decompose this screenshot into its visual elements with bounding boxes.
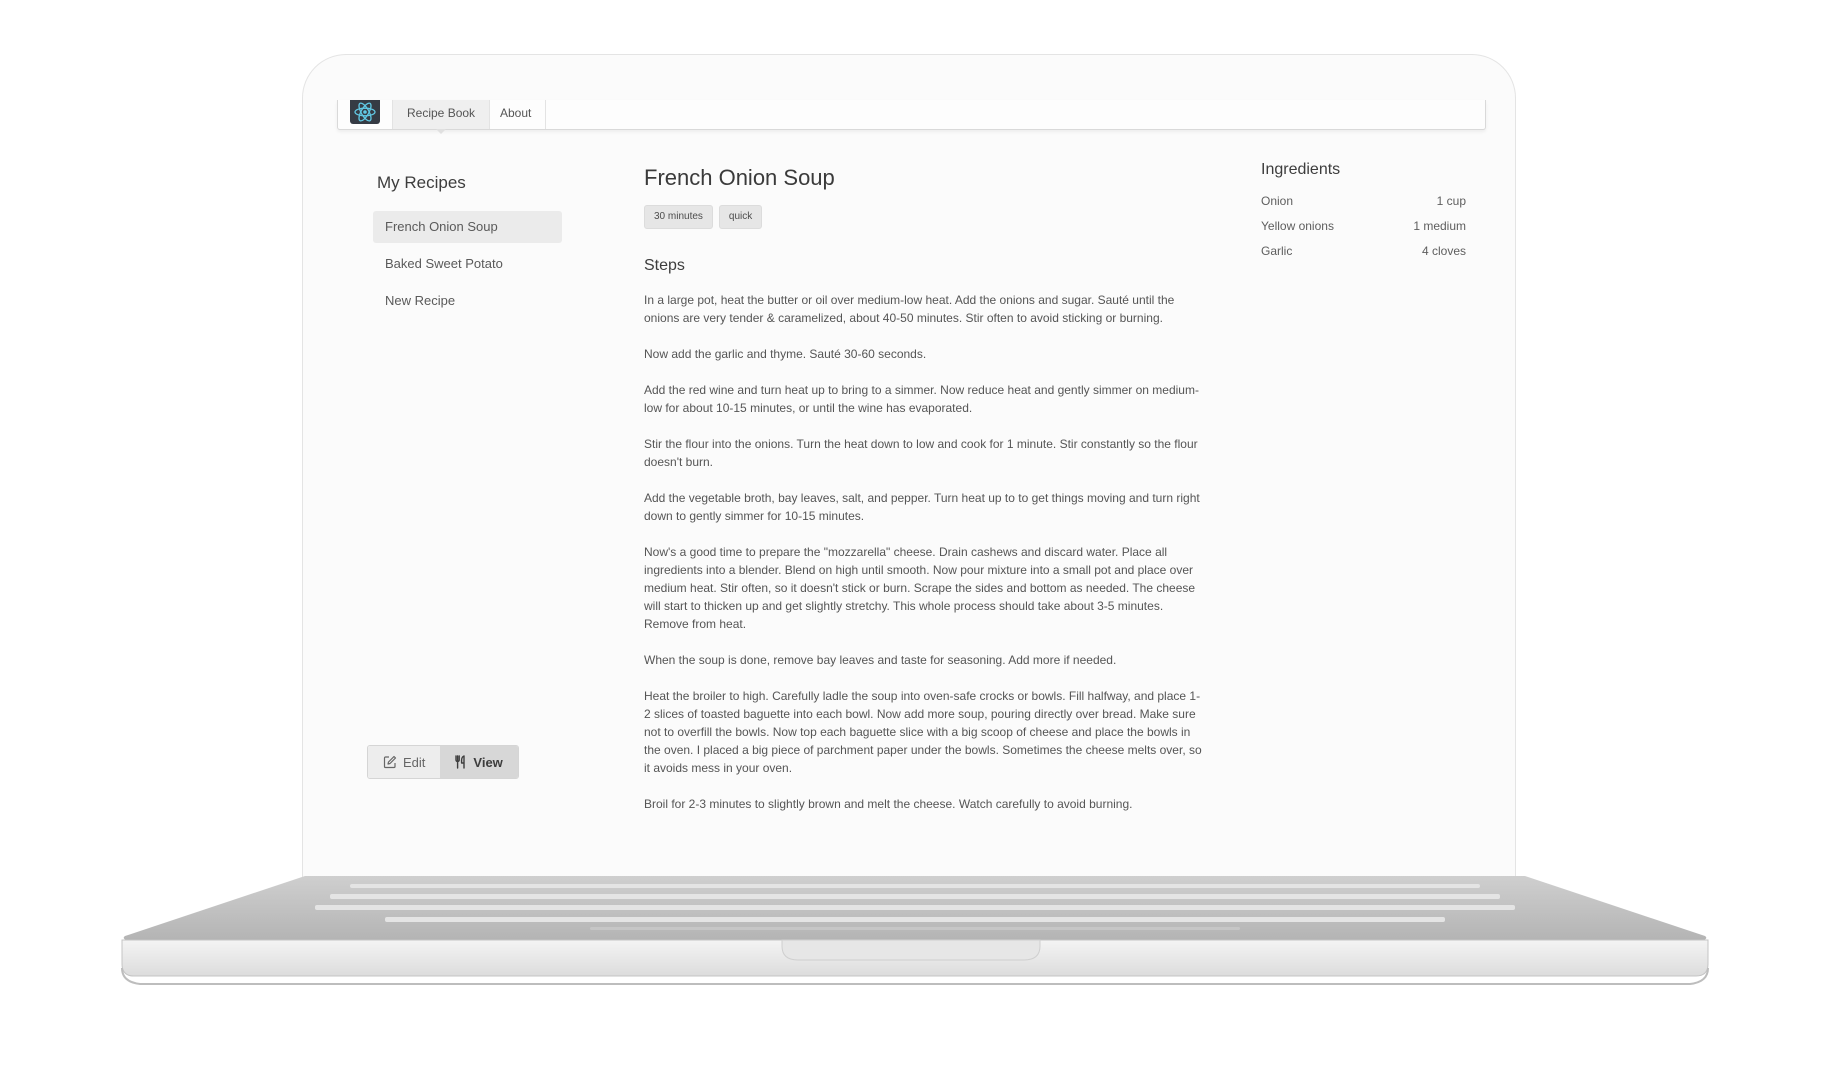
recipe-item-french-onion-soup[interactable]: French Onion Soup [373, 211, 562, 243]
recipe-tags: 30 minutes quick [644, 205, 763, 229]
mode-toggle: Edit View [367, 745, 519, 779]
nav-about[interactable]: About [486, 100, 547, 129]
ingredients-list: Onion 1 cup Yellow onions 1 medium Garli… [1261, 193, 1466, 268]
view-button-label: View [473, 754, 503, 770]
step-text: Now's a good time to prepare the "mozzar… [644, 545, 1196, 631]
ingredient-row: Garlic 4 cloves [1261, 243, 1466, 268]
recipe-list: French Onion Soup Baked Sweet Potato New… [373, 211, 562, 322]
top-navbar: Recipe Book About [337, 100, 1486, 134]
ingredient-name: Garlic [1261, 244, 1293, 258]
edit-button[interactable]: Edit [368, 746, 441, 778]
steps-heading: Steps [644, 257, 685, 274]
active-nav-indicator [436, 129, 446, 134]
recipe-item-new-recipe[interactable]: New Recipe [373, 285, 562, 317]
tag-badge: quick [718, 205, 763, 229]
sidebar-title: My Recipes [377, 173, 466, 192]
laptop-screen: Recipe Book About My Recipes French Onio… [302, 54, 1516, 884]
step-text: Heat the broiler to high. Carefully ladl… [644, 689, 1202, 775]
ingredient-amount: 1 medium [1413, 219, 1466, 233]
laptop-base [120, 876, 1710, 988]
step-text: Add the vegetable broth, bay leaves, sal… [644, 491, 1200, 523]
step-text: Stir the flour into the onions. Turn the… [644, 437, 1198, 469]
steps-list: In a large pot, heat the butter or oil o… [644, 291, 1204, 831]
ingredient-amount: 1 cup [1436, 194, 1466, 208]
edit-icon [383, 755, 397, 769]
react-atom-logo-icon[interactable] [350, 100, 380, 124]
view-button[interactable]: View [440, 746, 518, 778]
recipe-title: French Onion Soup [644, 165, 835, 190]
ingredient-row: Onion 1 cup [1261, 193, 1466, 218]
ingredient-name: Yellow onions [1261, 219, 1334, 233]
ingredient-row: Yellow onions 1 medium [1261, 218, 1466, 243]
edit-button-label: Edit [403, 754, 426, 770]
ingredient-amount: 4 cloves [1421, 244, 1466, 258]
ingredients-heading: Ingredients [1261, 161, 1341, 178]
nav-recipe-book[interactable]: Recipe Book [392, 100, 491, 129]
step-text: Broil for 2-3 minutes to slightly brown … [644, 797, 1133, 811]
step-text: When the soup is done, remove bay leaves… [644, 653, 1117, 667]
utensils-icon [455, 755, 467, 769]
step-text: Add the red wine and turn heat up to bri… [644, 383, 1199, 415]
step-text: In a large pot, heat the butter or oil o… [644, 293, 1175, 325]
step-text: Now add the garlic and thyme. Sauté 30-6… [644, 347, 927, 361]
ingredient-name: Onion [1261, 194, 1294, 208]
recipe-item-baked-sweet-potato[interactable]: Baked Sweet Potato [373, 248, 562, 280]
tag-badge: 30 minutes [644, 205, 713, 229]
